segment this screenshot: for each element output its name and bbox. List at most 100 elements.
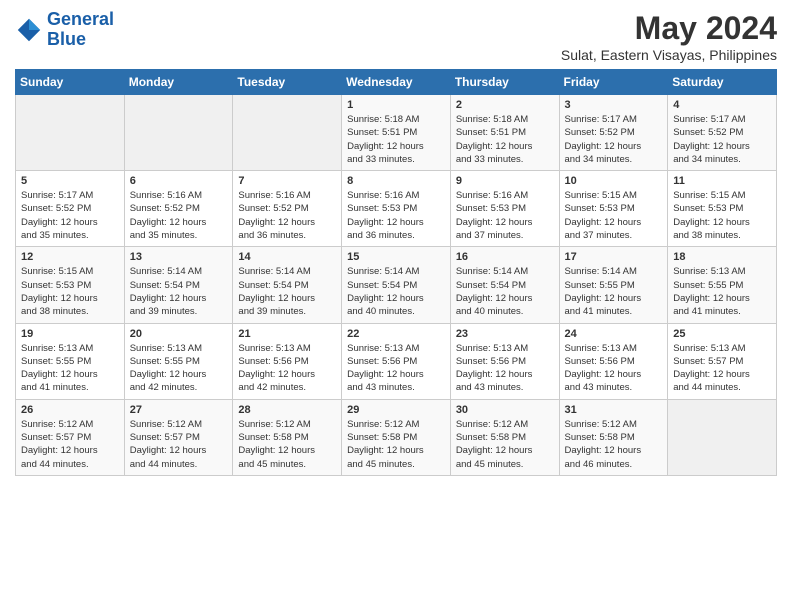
- day-number: 27: [130, 404, 228, 416]
- day-number: 26: [21, 404, 119, 416]
- cell-content: Sunrise: 5:13 AM Sunset: 5:55 PM Dayligh…: [130, 342, 228, 395]
- cell-content: Sunrise: 5:15 AM Sunset: 5:53 PM Dayligh…: [21, 265, 119, 318]
- cell-content: Sunrise: 5:15 AM Sunset: 5:53 PM Dayligh…: [673, 189, 771, 242]
- calendar-cell: 12Sunrise: 5:15 AM Sunset: 5:53 PM Dayli…: [16, 247, 125, 323]
- calendar-cell: 21 Sunrise: 5:13 AM Sunset: 5:56 PM Dayli…: [233, 323, 342, 399]
- calendar-cell: [124, 95, 233, 171]
- day-number: 4: [673, 99, 771, 111]
- calendar-cell: 26 Sunrise: 5:12 AM Sunset: 5:57 PM Dayli…: [16, 399, 125, 475]
- day-number: 22: [347, 328, 445, 340]
- calendar-header-row: SundayMondayTuesdayWednesdayThursdayFrid…: [16, 70, 777, 95]
- cell-content: Sunrise: 5:13 AM Sunset: 5:55 PM Dayligh…: [21, 342, 119, 395]
- day-number: 9: [456, 175, 554, 187]
- day-header-friday: Friday: [559, 70, 668, 95]
- cell-content: Sunrise: 5:18 AM Sunset: 5:51 PM Dayligh…: [347, 113, 445, 166]
- day-number: 13: [130, 251, 228, 263]
- calendar-cell: 8 Sunrise: 5:16 AM Sunset: 5:53 PM Daylig…: [342, 171, 451, 247]
- logo-line2: Blue: [47, 29, 86, 49]
- cell-content: Sunrise: 5:12 AM Sunset: 5:58 PM Dayligh…: [238, 418, 336, 471]
- cell-content: Sunrise: 5:12 AM Sunset: 5:58 PM Dayligh…: [347, 418, 445, 471]
- calendar-cell: 24 Sunrise: 5:13 AM Sunset: 5:56 PM Dayli…: [559, 323, 668, 399]
- calendar-week-row: 12Sunrise: 5:15 AM Sunset: 5:53 PM Dayli…: [16, 247, 777, 323]
- calendar-title: May 2024: [561, 10, 777, 47]
- calendar-cell: 17 Sunrise: 5:14 AM Sunset: 5:55 PM Dayli…: [559, 247, 668, 323]
- cell-content: Sunrise: 5:16 AM Sunset: 5:52 PM Dayligh…: [130, 189, 228, 242]
- day-number: 7: [238, 175, 336, 187]
- calendar-cell: 14Sunrise: 5:14 AM Sunset: 5:54 PM Dayli…: [233, 247, 342, 323]
- cell-content: Sunrise: 5:12 AM Sunset: 5:57 PM Dayligh…: [130, 418, 228, 471]
- logo-icon: [15, 16, 43, 44]
- day-number: 15: [347, 251, 445, 263]
- calendar-cell: 19 Sunrise: 5:13 AM Sunset: 5:55 PM Dayli…: [16, 323, 125, 399]
- day-number: 3: [565, 99, 663, 111]
- day-number: 25: [673, 328, 771, 340]
- cell-content: Sunrise: 5:16 AM Sunset: 5:52 PM Dayligh…: [238, 189, 336, 242]
- day-number: 29: [347, 404, 445, 416]
- cell-content: Sunrise: 5:13 AM Sunset: 5:56 PM Dayligh…: [456, 342, 554, 395]
- day-header-thursday: Thursday: [450, 70, 559, 95]
- day-number: 1: [347, 99, 445, 111]
- calendar-cell: 22Sunrise: 5:13 AM Sunset: 5:56 PM Dayli…: [342, 323, 451, 399]
- calendar-cell: 15 Sunrise: 5:14 AM Sunset: 5:54 PM Dayli…: [342, 247, 451, 323]
- calendar-cell: 11 Sunrise: 5:15 AM Sunset: 5:53 PM Dayli…: [668, 171, 777, 247]
- calendar-cell: 6 Sunrise: 5:16 AM Sunset: 5:52 PM Daylig…: [124, 171, 233, 247]
- calendar-cell: 4 Sunrise: 5:17 AM Sunset: 5:52 PM Daylig…: [668, 95, 777, 171]
- logo-text: General Blue: [47, 10, 114, 50]
- day-number: 2: [456, 99, 554, 111]
- calendar-cell: 27 Sunrise: 5:12 AM Sunset: 5:57 PM Dayli…: [124, 399, 233, 475]
- calendar-week-row: 26 Sunrise: 5:12 AM Sunset: 5:57 PM Dayli…: [16, 399, 777, 475]
- day-number: 18: [673, 251, 771, 263]
- day-number: 6: [130, 175, 228, 187]
- day-number: 11: [673, 175, 771, 187]
- calendar-cell: [16, 95, 125, 171]
- cell-content: Sunrise: 5:17 AM Sunset: 5:52 PM Dayligh…: [21, 189, 119, 242]
- calendar-cell: [233, 95, 342, 171]
- calendar-week-row: 1 Sunrise: 5:18 AM Sunset: 5:51 PM Daylig…: [16, 95, 777, 171]
- cell-content: Sunrise: 5:13 AM Sunset: 5:55 PM Dayligh…: [673, 265, 771, 318]
- calendar-week-row: 5Sunrise: 5:17 AM Sunset: 5:52 PM Daylig…: [16, 171, 777, 247]
- calendar-cell: 29 Sunrise: 5:12 AM Sunset: 5:58 PM Dayli…: [342, 399, 451, 475]
- day-number: 8: [347, 175, 445, 187]
- day-number: 21: [238, 328, 336, 340]
- calendar-cell: 7 Sunrise: 5:16 AM Sunset: 5:52 PM Daylig…: [233, 171, 342, 247]
- calendar-cell: 9 Sunrise: 5:16 AM Sunset: 5:53 PM Daylig…: [450, 171, 559, 247]
- cell-content: Sunrise: 5:12 AM Sunset: 5:57 PM Dayligh…: [21, 418, 119, 471]
- day-number: 19: [21, 328, 119, 340]
- day-number: 24: [565, 328, 663, 340]
- cell-content: Sunrise: 5:13 AM Sunset: 5:56 PM Dayligh…: [565, 342, 663, 395]
- calendar-cell: 31Sunrise: 5:12 AM Sunset: 5:58 PM Dayli…: [559, 399, 668, 475]
- day-header-monday: Monday: [124, 70, 233, 95]
- calendar-cell: 23Sunrise: 5:13 AM Sunset: 5:56 PM Dayli…: [450, 323, 559, 399]
- day-header-tuesday: Tuesday: [233, 70, 342, 95]
- cell-content: Sunrise: 5:13 AM Sunset: 5:57 PM Dayligh…: [673, 342, 771, 395]
- day-number: 16: [456, 251, 554, 263]
- day-header-saturday: Saturday: [668, 70, 777, 95]
- calendar-cell: [668, 399, 777, 475]
- cell-content: Sunrise: 5:14 AM Sunset: 5:55 PM Dayligh…: [565, 265, 663, 318]
- title-block: May 2024 Sulat, Eastern Visayas, Philipp…: [561, 10, 777, 63]
- cell-content: Sunrise: 5:17 AM Sunset: 5:52 PM Dayligh…: [565, 113, 663, 166]
- calendar-table: SundayMondayTuesdayWednesdayThursdayFrid…: [15, 69, 777, 476]
- logo-line1: General: [47, 9, 114, 29]
- day-header-sunday: Sunday: [16, 70, 125, 95]
- cell-content: Sunrise: 5:14 AM Sunset: 5:54 PM Dayligh…: [347, 265, 445, 318]
- calendar-cell: 28Sunrise: 5:12 AM Sunset: 5:58 PM Dayli…: [233, 399, 342, 475]
- cell-content: Sunrise: 5:12 AM Sunset: 5:58 PM Dayligh…: [565, 418, 663, 471]
- calendar-cell: 10Sunrise: 5:15 AM Sunset: 5:53 PM Dayli…: [559, 171, 668, 247]
- cell-content: Sunrise: 5:18 AM Sunset: 5:51 PM Dayligh…: [456, 113, 554, 166]
- cell-content: Sunrise: 5:14 AM Sunset: 5:54 PM Dayligh…: [130, 265, 228, 318]
- calendar-cell: 1 Sunrise: 5:18 AM Sunset: 5:51 PM Daylig…: [342, 95, 451, 171]
- calendar-cell: 16Sunrise: 5:14 AM Sunset: 5:54 PM Dayli…: [450, 247, 559, 323]
- cell-content: Sunrise: 5:16 AM Sunset: 5:53 PM Dayligh…: [347, 189, 445, 242]
- day-number: 10: [565, 175, 663, 187]
- cell-content: Sunrise: 5:17 AM Sunset: 5:52 PM Dayligh…: [673, 113, 771, 166]
- cell-content: Sunrise: 5:16 AM Sunset: 5:53 PM Dayligh…: [456, 189, 554, 242]
- day-number: 20: [130, 328, 228, 340]
- cell-content: Sunrise: 5:13 AM Sunset: 5:56 PM Dayligh…: [238, 342, 336, 395]
- calendar-cell: 18 Sunrise: 5:13 AM Sunset: 5:55 PM Dayli…: [668, 247, 777, 323]
- day-header-wednesday: Wednesday: [342, 70, 451, 95]
- page-header: General Blue May 2024 Sulat, Eastern Vis…: [15, 10, 777, 63]
- cell-content: Sunrise: 5:12 AM Sunset: 5:58 PM Dayligh…: [456, 418, 554, 471]
- day-number: 17: [565, 251, 663, 263]
- calendar-cell: 13 Sunrise: 5:14 AM Sunset: 5:54 PM Dayli…: [124, 247, 233, 323]
